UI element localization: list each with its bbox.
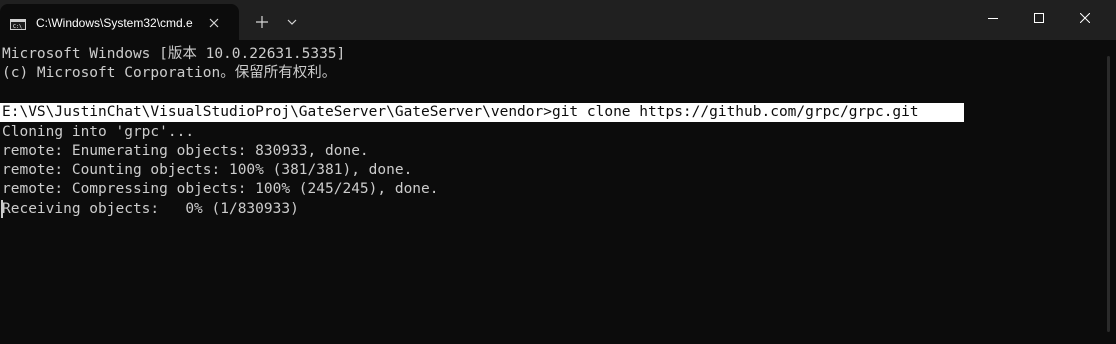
text-cursor — [1, 200, 3, 218]
plus-icon[interactable] — [252, 12, 272, 32]
maximize-button[interactable] — [1016, 0, 1062, 36]
close-icon — [1080, 13, 1090, 23]
terminal-line: (c) Microsoft Corporation。保留所有权利。 — [2, 65, 337, 81]
scrollbar[interactable] — [1107, 56, 1110, 332]
terminal-output[interactable]: Microsoft Windows [版本 10.0.22631.5335] (… — [0, 40, 1116, 344]
selected-command-line[interactable]: E:\VS\JustinChat\VisualStudioProj\GateSe… — [0, 103, 964, 122]
maximize-icon — [1034, 13, 1044, 23]
terminal-line: Receiving objects: 0% (1/830933) — [2, 201, 299, 217]
minimize-button[interactable] — [970, 0, 1016, 36]
minimize-icon — [988, 18, 998, 19]
svg-text:C:\: C:\ — [13, 24, 22, 30]
terminal-line: Cloning into 'grpc'... — [2, 124, 195, 140]
close-tab-icon[interactable] — [206, 15, 222, 31]
terminal-window: C:\ C:\Windows\System32\cmd.e Microsoft … — [0, 0, 1116, 344]
close-window-button[interactable] — [1062, 0, 1108, 36]
tab-cmd[interactable]: C:\ C:\Windows\System32\cmd.e — [0, 4, 239, 40]
terminal-line: remote: Counting objects: 100% (381/381)… — [2, 162, 413, 178]
cmd-icon: C:\ — [10, 17, 26, 30]
tab-title: C:\Windows\System32\cmd.e — [36, 16, 193, 30]
chevron-down-icon[interactable] — [284, 14, 300, 30]
terminal-line: remote: Enumerating objects: 830933, don… — [2, 143, 369, 159]
terminal-line: remote: Compressing objects: 100% (245/2… — [2, 181, 439, 197]
terminal-line: Microsoft Windows [版本 10.0.22631.5335] — [2, 46, 346, 62]
tab-bar: C:\ C:\Windows\System32\cmd.e — [0, 0, 1116, 40]
